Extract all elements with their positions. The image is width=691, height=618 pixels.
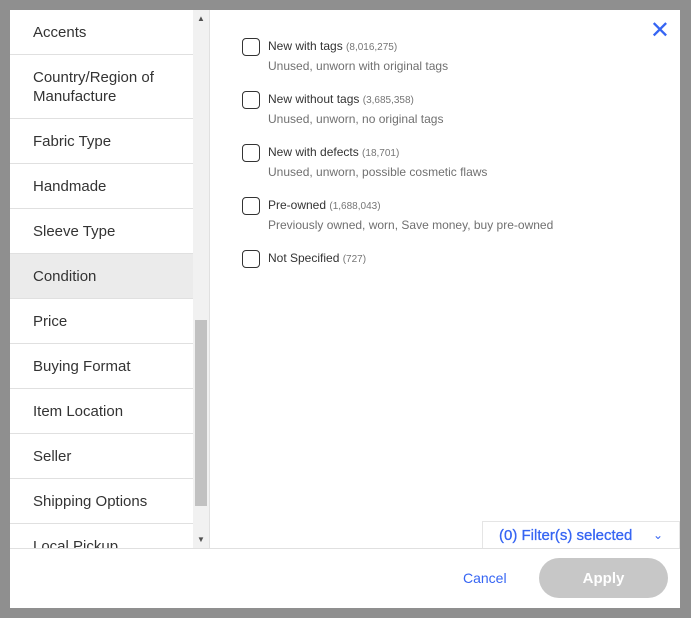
option-count: (18,701) xyxy=(362,148,400,159)
sidebar-item-shipping-options[interactable]: Shipping Options xyxy=(10,479,193,524)
sidebar-item-buying-format[interactable]: Buying Format xyxy=(10,344,193,389)
sidebar-item-label: Accents xyxy=(33,23,87,41)
option-description: Unused, unworn, possible cosmetic flaws xyxy=(268,165,488,179)
filters-selected-label: (0) Filter(s) selected xyxy=(499,526,633,544)
sidebar-item-label: Local Pickup xyxy=(33,537,119,549)
sidebar-item-label: Buying Format xyxy=(33,357,131,375)
option-label: Not Specified xyxy=(268,251,340,265)
filter-modal: Accents Country/Region of Manufacture Fabr… xyxy=(10,10,680,608)
checkbox[interactable] xyxy=(242,91,260,109)
checkbox[interactable] xyxy=(242,144,260,162)
sidebar-item-price[interactable]: Price xyxy=(10,299,193,344)
option-label: New with defects xyxy=(268,145,359,159)
option-label: New with tags xyxy=(268,39,343,53)
sidebar-item-label: Sleeve Type xyxy=(33,222,116,240)
condition-option[interactable]: Pre-owned (1,688,043) Previously owned, w… xyxy=(242,197,553,233)
option-count: (3,685,358) xyxy=(362,95,414,106)
sidebar-item-label: Item Location xyxy=(33,402,124,420)
option-count: (8,016,275) xyxy=(346,42,398,53)
sidebar-item-label: Handmade xyxy=(33,177,107,195)
condition-option[interactable]: Not Specified (727) xyxy=(242,250,553,268)
divider xyxy=(209,10,210,548)
sidebar-item-fabric-type[interactable]: Fabric Type xyxy=(10,119,193,164)
option-count: (1,688,043) xyxy=(329,201,381,212)
sidebar-item-label: Fabric Type xyxy=(33,132,112,150)
sidebar-item-label: Seller xyxy=(33,447,72,465)
checkbox[interactable] xyxy=(242,38,260,56)
apply-button[interactable]: Apply xyxy=(539,558,668,598)
condition-option[interactable]: New with defects (18,701) Unused, unworn,… xyxy=(242,144,553,180)
scroll-down-arrow-icon[interactable]: ▼ xyxy=(197,535,205,544)
sidebar-item-accents[interactable]: Accents xyxy=(10,10,193,55)
option-label: Pre-owned xyxy=(268,198,327,212)
option-description: Unused, unworn, no original tags xyxy=(268,112,444,126)
condition-options: New with tags (8,016,275) Unused, unworn … xyxy=(242,38,553,285)
option-label: New without tags xyxy=(268,92,360,106)
sidebar-item-seller[interactable]: Seller xyxy=(10,434,193,479)
scrollbar-thumb[interactable] xyxy=(195,320,207,506)
condition-option[interactable]: New with tags (8,016,275) Unused, unworn … xyxy=(242,38,553,74)
condition-option[interactable]: New without tags (3,685,358) Unused, unwo… xyxy=(242,91,553,127)
scroll-up-arrow-icon[interactable]: ▲ xyxy=(197,14,205,23)
sidebar-item-handmade[interactable]: Handmade xyxy=(10,164,193,209)
option-count: (727) xyxy=(342,254,367,265)
option-description: Unused, unworn with original tags xyxy=(268,59,449,73)
sidebar-item-label: Condition xyxy=(33,267,97,285)
chevron-down-icon: ⌄ xyxy=(652,528,663,542)
sidebar-item-condition[interactable]: Condition xyxy=(10,254,193,299)
sidebar-item-label: Country/Region of Manufacture xyxy=(33,68,154,105)
checkbox[interactable] xyxy=(242,250,260,268)
sidebar-item-item-location[interactable]: Item Location xyxy=(10,389,193,434)
modal-footer: Cancel Apply xyxy=(10,548,680,609)
close-icon[interactable]: ✕ xyxy=(650,16,670,45)
filter-category-list: Accents Country/Region of Manufacture Fabr… xyxy=(10,10,193,548)
filters-selected-toggle[interactable]: (0) Filter(s) selected ⌄ xyxy=(482,521,680,548)
option-description: Previously owned, worn, Save money, buy … xyxy=(268,218,554,232)
sidebar-item-label: Price xyxy=(33,312,68,330)
sidebar-item-country-region-of-manufacture[interactable]: Country/Region of Manufacture xyxy=(10,55,193,119)
sidebar-item-sleeve-type[interactable]: Sleeve Type xyxy=(10,209,193,254)
sidebar-scrollbar[interactable]: ▲ ▼ xyxy=(193,10,209,548)
sidebar-item-local-pickup[interactable]: Local Pickup xyxy=(10,524,193,549)
checkbox[interactable] xyxy=(242,197,260,215)
sidebar-item-label: Shipping Options xyxy=(33,492,148,510)
cancel-button[interactable]: Cancel xyxy=(463,570,507,586)
